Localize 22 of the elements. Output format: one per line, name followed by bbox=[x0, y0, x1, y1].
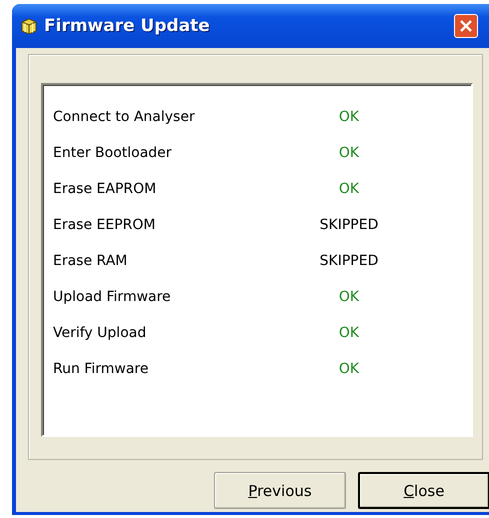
step-label: Verify Upload bbox=[53, 325, 148, 341]
step-label: Enter Bootloader bbox=[53, 145, 173, 161]
step-label: Erase EEPROM bbox=[53, 217, 156, 233]
close-button[interactable] bbox=[454, 14, 478, 38]
dialog-button[interactable]: Previous bbox=[214, 472, 346, 509]
step-status: OK bbox=[338, 145, 360, 161]
step-status: OK bbox=[338, 109, 360, 125]
step-label: Run Firmware bbox=[53, 361, 150, 377]
step-label: Connect to Analyser bbox=[53, 109, 196, 125]
step-status: OK bbox=[338, 361, 360, 377]
dialog-button[interactable]: Close bbox=[358, 472, 489, 509]
step-status: OK bbox=[338, 325, 360, 341]
step-label: Upload Firmware bbox=[53, 289, 172, 305]
step-status: OK bbox=[338, 181, 360, 197]
close-icon bbox=[459, 19, 473, 33]
step-status: OK bbox=[338, 289, 360, 305]
step-label: Erase EAPROM bbox=[53, 181, 158, 197]
window-title: Firmware Update bbox=[44, 16, 210, 36]
step-status: SKIPPED bbox=[318, 217, 380, 233]
step-label: Erase RAM bbox=[53, 253, 128, 269]
box-icon bbox=[20, 17, 38, 35]
step-status: SKIPPED bbox=[318, 253, 380, 269]
